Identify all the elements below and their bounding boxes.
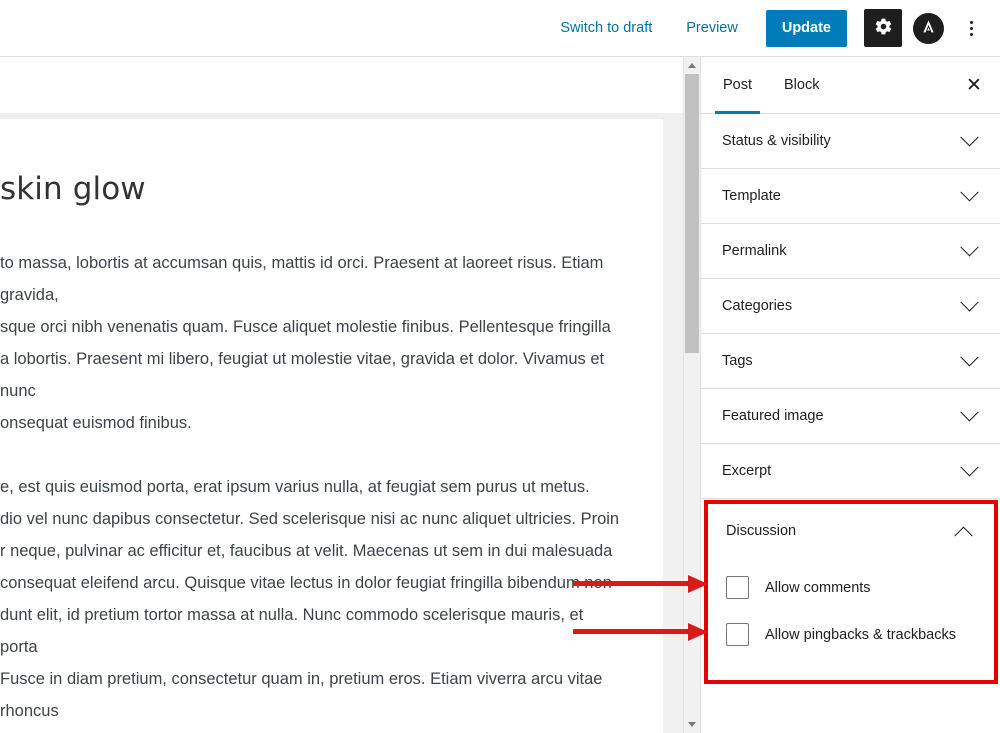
- discussion-panel-highlight: Discussion Allow comments Allow pingback…: [704, 500, 998, 684]
- panel-featured-image[interactable]: Featured image: [701, 389, 1000, 444]
- sidebar-tablist: Post Block ✕: [701, 57, 1000, 114]
- chevron-up-icon: [954, 526, 973, 545]
- panel-categories[interactable]: Categories: [701, 279, 1000, 334]
- allow-pingbacks-row[interactable]: Allow pingbacks & trackbacks: [726, 611, 976, 658]
- plugin-avatar-icon: [919, 17, 938, 39]
- scroll-thumb[interactable]: [685, 74, 699, 353]
- panel-excerpt[interactable]: Excerpt: [701, 444, 1000, 499]
- panel-label: Excerpt: [722, 463, 772, 479]
- panel-label: Categories: [722, 298, 793, 314]
- settings-toggle-button[interactable]: [864, 9, 902, 47]
- chevron-down-icon: [960, 457, 979, 476]
- kebab-menu-icon: [969, 26, 973, 30]
- preview-button[interactable]: Preview: [676, 14, 748, 42]
- panel-discussion[interactable]: Discussion: [708, 504, 994, 558]
- scroll-up-arrow-icon[interactable]: [684, 57, 700, 74]
- paragraph-block[interactable]: to massa, lobortis at accumsan quis, mat…: [0, 247, 623, 439]
- chevron-down-icon: [960, 237, 979, 256]
- chevron-down-icon: [960, 182, 979, 201]
- chevron-down-icon: [960, 127, 979, 146]
- editor-toolbar: Switch to draft Preview Update: [0, 0, 1000, 57]
- chevron-down-icon: [960, 347, 979, 366]
- allow-comments-checkbox[interactable]: [726, 576, 749, 599]
- post-title[interactable]: skin glow: [0, 171, 623, 207]
- panel-label: Template: [722, 188, 781, 204]
- paragraph-block[interactable]: e, est quis euismod porta, erat ipsum va…: [0, 471, 623, 733]
- switch-to-draft-button[interactable]: Switch to draft: [550, 14, 662, 42]
- gear-icon: [874, 17, 893, 39]
- kebab-menu-icon: [969, 32, 973, 36]
- allow-comments-row[interactable]: Allow comments: [726, 564, 976, 611]
- post-settings-sidebar: Post Block ✕ Status & visibility Templat…: [700, 57, 1000, 733]
- plugin-avatar-button[interactable]: [913, 12, 944, 44]
- allow-pingbacks-checkbox[interactable]: [726, 623, 749, 646]
- post-editor-region: skin glow to massa, lobortis at accumsan…: [0, 57, 683, 733]
- panel-label: Permalink: [722, 243, 787, 259]
- panel-tags[interactable]: Tags: [701, 334, 1000, 389]
- discussion-panel-body: Allow comments Allow pingbacks & trackba…: [708, 558, 994, 680]
- panel-label: Featured image: [722, 408, 824, 424]
- panel-label: Discussion: [726, 523, 797, 539]
- panel-label: Status & visibility: [722, 133, 831, 149]
- tab-post[interactable]: Post: [707, 57, 768, 114]
- kebab-menu-icon: [969, 20, 973, 24]
- allow-comments-label: Allow comments: [765, 579, 871, 596]
- editor-scrollbar[interactable]: [683, 57, 700, 733]
- chevron-down-icon: [960, 402, 979, 421]
- more-options-button[interactable]: [956, 9, 986, 47]
- panel-template[interactable]: Template: [701, 169, 1000, 224]
- post-content-canvas[interactable]: skin glow to massa, lobortis at accumsan…: [0, 119, 663, 733]
- panel-status-and-visibility[interactable]: Status & visibility: [701, 114, 1000, 169]
- panel-label: Tags: [722, 353, 753, 369]
- update-button[interactable]: Update: [765, 9, 847, 47]
- tab-block[interactable]: Block: [768, 57, 835, 113]
- scroll-down-arrow-icon[interactable]: [684, 716, 700, 733]
- panel-permalink[interactable]: Permalink: [701, 224, 1000, 279]
- chevron-down-icon: [960, 292, 979, 311]
- close-sidebar-button[interactable]: ✕: [956, 67, 992, 103]
- allow-pingbacks-label: Allow pingbacks & trackbacks: [765, 626, 956, 643]
